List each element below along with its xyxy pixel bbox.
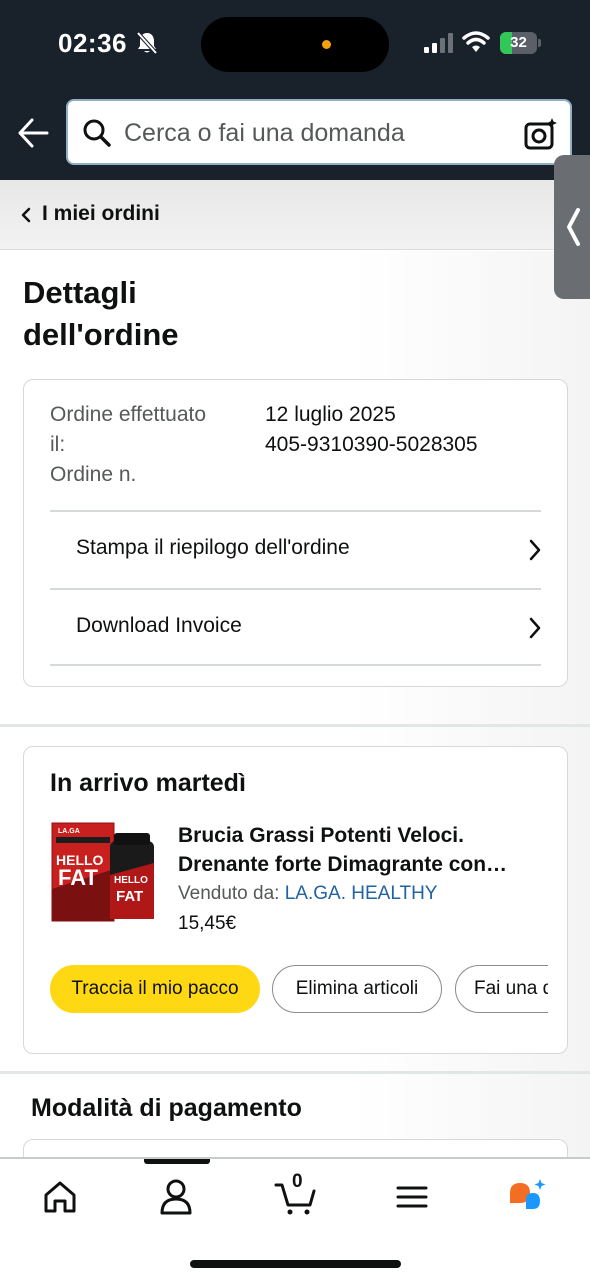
sold-by-label: Venduto da: [178, 883, 285, 904]
wifi-icon [462, 31, 490, 52]
action-buttons-row[interactable]: Traccia il mio pacco Elimina articoli Fa… [50, 965, 548, 1015]
product-image-text-2: FAT [58, 865, 98, 890]
bottle-text-1: HELLO [114, 875, 148, 886]
print-summary-link[interactable]: Stampa il riepilogo dell'ordine [50, 512, 541, 588]
page-title: Dettagli dell'ordine [23, 272, 323, 356]
product-price: 15,45€ [178, 913, 237, 934]
order-date: 12 luglio 2025 [265, 403, 396, 426]
product-title-line2[interactable]: Drenante forte Dimagrante con… [178, 850, 548, 879]
order-values: 12 luglio 2025 405-9310390-5028305 [265, 400, 555, 460]
battery-icon: 32 [500, 32, 542, 54]
rufus-assistant-icon[interactable] [506, 1177, 550, 1217]
cart-tab[interactable]: 0 [274, 1171, 318, 1217]
top-header: 02:36 32 [0, 0, 590, 180]
dynamic-island [201, 17, 389, 72]
bell-slash-icon [136, 31, 158, 55]
download-invoice-link[interactable]: Download Invoice [50, 590, 541, 666]
back-arrow-icon[interactable] [16, 116, 50, 150]
track-package-button[interactable]: Traccia il mio pacco [50, 965, 260, 1013]
breadcrumb-label[interactable]: I miei ordini [42, 202, 160, 226]
page-title-line2: dell'ordine [23, 317, 179, 352]
product-image[interactable]: LA.GA HELLO FAT HELLO FAT [50, 819, 158, 927]
search-input[interactable] [124, 115, 504, 151]
active-tab-indicator [144, 1159, 210, 1164]
menu-icon[interactable] [390, 1177, 434, 1217]
battery-cap [538, 39, 541, 47]
chevron-left-icon [567, 208, 580, 246]
battery-body: 32 [500, 32, 537, 54]
camera-icon[interactable] [523, 116, 559, 152]
search-icon [83, 119, 111, 147]
placed-label-line2: il: [50, 433, 66, 456]
placed-label-line1: Ordine effettuato [50, 403, 207, 426]
order-labels: Ordine effettuato il: Ordine n. [50, 400, 240, 490]
section-separator [0, 1071, 590, 1074]
section-separator [0, 724, 590, 727]
bottle-text-2: FAT [116, 888, 143, 905]
divider [50, 664, 541, 666]
shipment-card: In arrivo martedì LA.GA HELLO FAT HELLO … [23, 746, 568, 1054]
account-icon[interactable] [154, 1177, 198, 1217]
signal-icon [424, 33, 453, 53]
battery-percent: 32 [510, 34, 527, 51]
print-summary-label: Stampa il riepilogo dell'ordine [76, 536, 350, 559]
ask-question-button[interactable]: Fai una d [455, 965, 548, 1013]
side-drawer-handle[interactable] [554, 155, 590, 299]
order-info-card: Ordine effettuato il: Ordine n. 12 lugli… [23, 379, 568, 687]
remove-items-button[interactable]: Elimina articoli [272, 965, 442, 1013]
privacy-indicator-dot [322, 40, 331, 49]
order-number-label: Ordine n. [50, 463, 137, 486]
breadcrumb[interactable]: I miei ordini [0, 180, 590, 250]
product-image-brand: LA.GA [58, 828, 80, 835]
order-number: 405-9310390-5028305 [265, 433, 478, 456]
seller-info: Venduto da: LA.GA. HEALTHY [178, 883, 437, 905]
status-time: 02:36 [58, 28, 127, 58]
cart-count: 0 [292, 1171, 303, 1192]
payment-method-heading: Modalità di pagamento [31, 1094, 302, 1122]
page-title-line1: Dettagli [23, 275, 137, 310]
search-bar[interactable] [66, 99, 572, 165]
download-invoice-label: Download Invoice [76, 614, 242, 637]
delivery-status: In arrivo martedì [50, 769, 246, 797]
product-title-line1[interactable]: Brucia Grassi Potenti Veloci. [178, 821, 548, 850]
home-icon[interactable] [38, 1177, 82, 1217]
chevron-left-icon [21, 207, 31, 223]
chevron-right-icon [529, 539, 541, 561]
home-indicator [190, 1260, 401, 1268]
chevron-right-icon [529, 617, 541, 639]
order-details-page: 02:36 32 Cerca o fai una domanda I miei … [0, 0, 590, 1280]
seller-link[interactable]: LA.GA. HEALTHY [285, 883, 438, 904]
